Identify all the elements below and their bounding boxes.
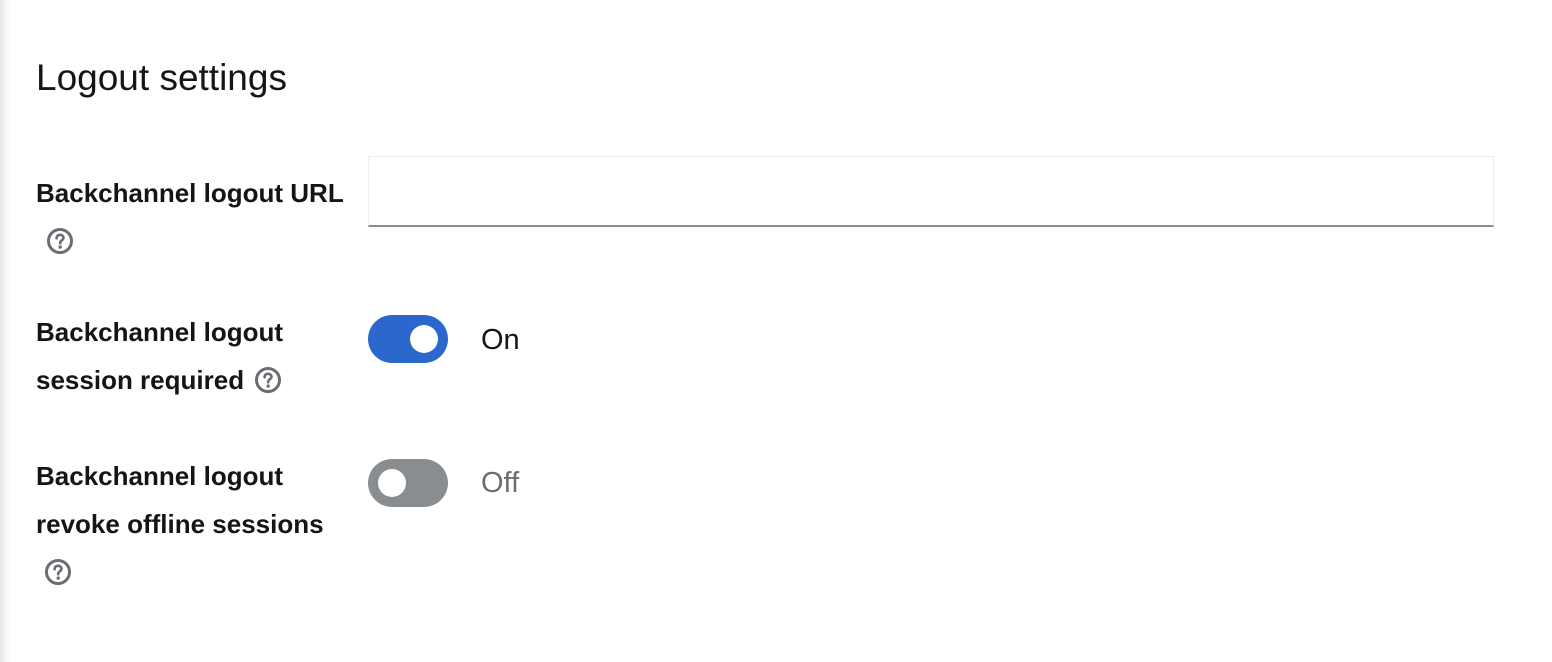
backchannel-logout-session-required-label-text: Backchannel logout session required: [36, 317, 284, 395]
section-title: Logout settings: [36, 57, 287, 98]
left-panel-edge: [0, 0, 10, 662]
revoke-offline-state: Off: [481, 467, 520, 499]
backchannel-logout-url-label: Backchannel logout URL: [36, 169, 346, 265]
backchannel-logout-url-input[interactable]: [368, 156, 1494, 227]
session-required-toggle[interactable]: [368, 315, 448, 363]
backchannel-logout-revoke-offline-label: Backchannel logout revoke offline sessio…: [36, 452, 346, 596]
help-icon[interactable]: [254, 366, 282, 394]
backchannel-logout-session-required-label: Backchannel logout session required: [36, 308, 346, 404]
session-required-state: On: [481, 324, 520, 356]
backchannel-logout-url-label-text: Backchannel logout URL: [36, 178, 344, 208]
revoke-offline-toggle[interactable]: [368, 459, 448, 507]
help-icon[interactable]: [46, 227, 74, 255]
toggle-knob: [410, 325, 438, 353]
help-icon[interactable]: [44, 558, 72, 586]
toggle-knob: [378, 469, 406, 497]
backchannel-logout-revoke-offline-label-text: Backchannel logout revoke offline sessio…: [36, 461, 324, 539]
